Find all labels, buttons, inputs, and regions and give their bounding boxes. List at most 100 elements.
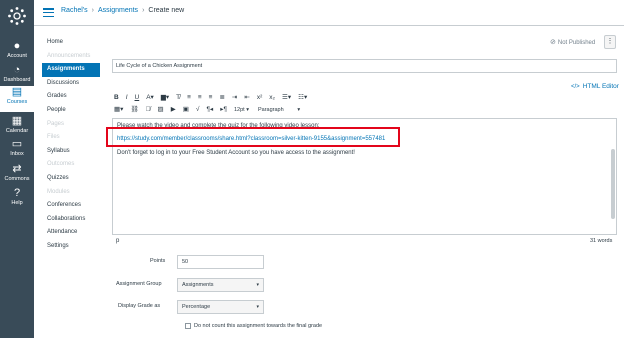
account-icon: ● (13, 40, 21, 52)
text-color-icon[interactable]: A▾ (146, 93, 154, 103)
italic-icon[interactable]: I (126, 93, 128, 103)
global-nav-dashboard-label: Dashboard (3, 77, 31, 83)
course-nav-pages[interactable]: Pages (42, 118, 100, 132)
course-nav-quizzes[interactable]: Quizzes (42, 172, 100, 186)
publish-status-label: Not Published (557, 40, 596, 46)
global-nav-help[interactable]: ? Help (0, 187, 34, 213)
bullet-list-icon[interactable]: ☰▾ (282, 93, 291, 103)
align-justify-icon[interactable]: ≣ (219, 93, 224, 103)
course-nav-settings[interactable]: Settings (42, 240, 100, 254)
header-divider (34, 25, 624, 26)
breadcrumb-current: Create new (148, 7, 185, 14)
rtl-icon[interactable]: ¶◂ (206, 105, 213, 115)
ltr-icon[interactable]: ▸¶ (220, 105, 227, 115)
course-nav-files[interactable]: Files (42, 131, 100, 145)
superscript-icon[interactable]: x² (257, 93, 262, 103)
word-count: 31 words (590, 238, 613, 244)
equation-icon[interactable]: √ (196, 105, 200, 115)
global-nav-account[interactable]: ● Account (0, 40, 34, 66)
breadcrumb-course[interactable]: Rachel's (61, 7, 88, 14)
bold-icon[interactable]: B (114, 93, 119, 103)
chevron-down-icon: ▾ (256, 282, 259, 288)
chevron-down-icon: ▾ (256, 304, 259, 310)
link-highlight-annotation (106, 127, 400, 147)
omit-from-final-grade-row[interactable]: Do not count this assignment towards the… (185, 323, 322, 329)
table-icon[interactable]: ▦▾ (114, 105, 123, 115)
display-grade-label: Display Grade as (118, 303, 161, 309)
assignment-group-value: Assignments (182, 282, 214, 288)
link-icon[interactable]: ⛓ (130, 105, 138, 115)
not-published-icon: ⊘ (550, 39, 556, 46)
editor-element-path: p (116, 238, 120, 244)
course-navigation: Home Announcements Assignments Discussio… (42, 36, 100, 254)
font-size-value: 12pt (233, 107, 245, 113)
course-nav-people[interactable]: People (42, 104, 100, 118)
course-menu-toggle-icon[interactable] (43, 8, 54, 18)
course-nav-conferences[interactable]: Conferences (42, 199, 100, 213)
outdent-icon[interactable]: ⇤ (244, 93, 249, 103)
global-nav-courses-label: Courses (6, 99, 28, 105)
course-nav-syllabus[interactable]: Syllabus (42, 145, 100, 159)
course-nav-attendance[interactable]: Attendance (42, 226, 100, 240)
breadcrumb-separator-icon: › (91, 7, 94, 14)
inbox-icon: ▭ (11, 138, 23, 150)
course-nav-home[interactable]: Home (42, 36, 100, 50)
global-nav-inbox-label: Inbox (10, 151, 24, 157)
breadcrumb-assignments[interactable]: Assignments (98, 7, 138, 14)
points-input[interactable]: 50 (177, 255, 264, 269)
paragraph-format-select[interactable]: Paragraph ▾ (258, 105, 300, 115)
course-nav-modules[interactable]: Modules (42, 186, 100, 200)
font-size-select[interactable]: 12pt ▾ (234, 105, 249, 115)
help-icon: ? (13, 187, 21, 199)
unlink-icon[interactable]: ⛓̸ (146, 105, 151, 115)
align-left-icon[interactable]: ≡ (187, 93, 191, 103)
embed-icon[interactable]: ▣ (183, 105, 189, 115)
course-nav-collaborations[interactable]: Collaborations (42, 213, 100, 227)
display-grade-select[interactable]: Percentage ▾ (177, 300, 264, 314)
canvas-logo-icon[interactable] (7, 6, 27, 26)
align-right-icon[interactable]: ≡ (209, 93, 213, 103)
publish-status: ⊘ Not Published (550, 38, 595, 46)
editor-scrollbar[interactable] (611, 149, 615, 219)
global-nav-commons-label: Commons (4, 176, 30, 182)
breadcrumb: Rachel's › Assignments › Create new (61, 7, 184, 14)
editor-toolbar-row-2: ▦▾ ⛓ ⛓̸ ▨ ▶ ▣ √ ¶◂ ▸¶ 12pt ▾ Paragraph ▾ (114, 105, 309, 115)
background-color-icon[interactable]: ▆▾ (161, 93, 169, 103)
underline-icon[interactable]: U (135, 93, 140, 103)
html-editor-link[interactable]: </> HTML Editor (571, 83, 619, 90)
editor-line-login-reminder: Don't forget to log in to your Free Stud… (117, 150, 355, 156)
global-nav-commons[interactable]: ⇄ Commons (0, 163, 34, 189)
global-navigation: ● Account ◔ Dashboard ▤ Courses ▦ Calend… (0, 0, 34, 338)
dashboard-icon: ◔ (13, 64, 21, 76)
assignment-group-label: Assignment Group (116, 281, 162, 287)
kebab-icon: ⋮ (606, 38, 614, 45)
courses-icon: ▤ (11, 86, 23, 98)
assignment-group-select[interactable]: Assignments ▾ (177, 278, 264, 292)
editor-toolbar-row-1: B I U A▾ ▆▾ T̸ ≡ ≡ ≡ ≣ ⇥ ⇤ x² x₂ ☰▾ ☷▾ (114, 93, 314, 103)
global-nav-calendar-label: Calendar (5, 128, 29, 134)
more-options-button[interactable]: ⋮ (604, 35, 616, 49)
subscript-icon[interactable]: x₂ (269, 93, 275, 103)
course-nav-assignments[interactable]: Assignments (42, 63, 100, 77)
paragraph-format-value: Paragraph (257, 107, 284, 113)
omit-from-final-grade-checkbox[interactable] (185, 323, 191, 329)
clear-formatting-icon[interactable]: T̸ (176, 93, 180, 103)
omit-from-final-grade-label: Do not count this assignment towards the… (194, 323, 323, 329)
course-nav-outcomes[interactable]: Outcomes (42, 158, 100, 172)
media-icon[interactable]: ▶ (171, 105, 176, 115)
points-label: Points (150, 258, 166, 264)
display-grade-value: Percentage (182, 304, 211, 310)
code-icon: </> (571, 84, 580, 90)
html-editor-label: HTML Editor (582, 83, 619, 90)
global-nav-account-label: Account (7, 53, 27, 59)
course-nav-discussions[interactable]: Discussions (42, 77, 100, 91)
numbered-list-icon[interactable]: ☷▾ (298, 93, 307, 103)
global-nav-courses[interactable]: ▤ Courses (0, 86, 34, 112)
align-center-icon[interactable]: ≡ (198, 93, 202, 103)
indent-icon[interactable]: ⇥ (232, 93, 237, 103)
course-nav-grades[interactable]: Grades (42, 90, 100, 104)
image-icon[interactable]: ▨ (158, 105, 164, 115)
global-nav-inbox[interactable]: ▭ Inbox (0, 138, 34, 164)
course-nav-announcements[interactable]: Announcements (42, 50, 100, 64)
assignment-title-input[interactable]: Life Cycle of a Chicken Assignment (112, 59, 617, 73)
